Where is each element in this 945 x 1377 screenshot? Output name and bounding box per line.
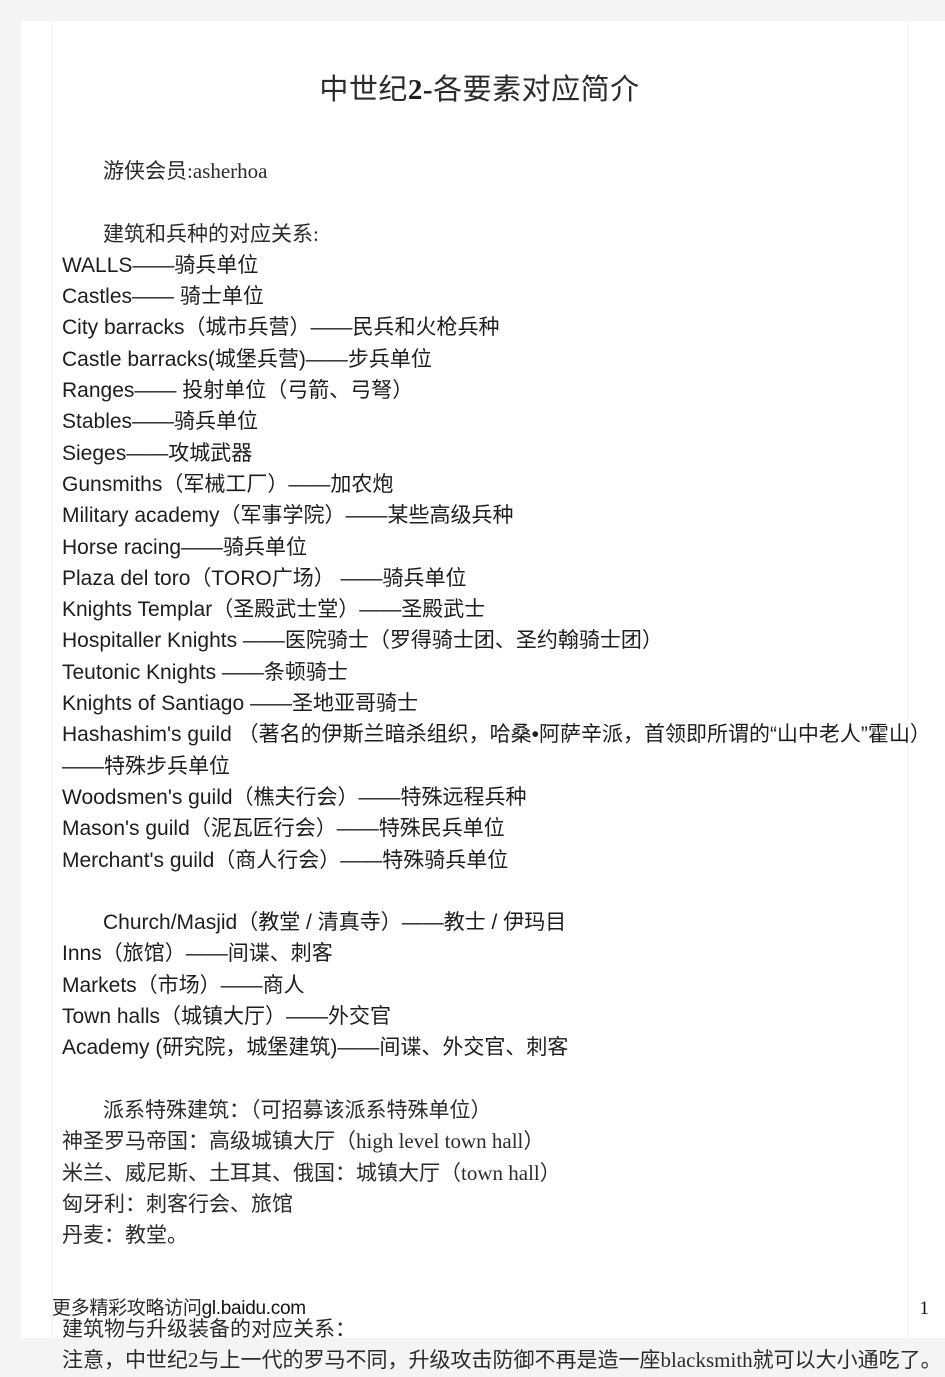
line-text: 丹麦：教堂。 xyxy=(62,1223,188,1248)
list-item: Hospitaller Knights ——医院骑士（罗得骑士团、圣约翰骑士团） xyxy=(62,625,945,656)
line-text: Gunsmiths（军械工厂）——加农炮 xyxy=(62,472,394,496)
list-item: 神圣罗马帝国：高级城镇大厅（high level town hall） xyxy=(62,1126,945,1157)
line-text: Hospitaller Knights ——医院骑士（罗得骑士团、圣约翰骑士团） xyxy=(62,629,663,653)
list-item: Hashashim's guild （著名的伊斯兰暗杀组织，哈桑•阿萨辛派，首领… xyxy=(62,719,945,782)
heading-upgrades-text: 建筑物与升级装备的对应关系： xyxy=(62,1316,356,1341)
list-item: 米兰、威尼斯、土耳其、俄国：城镇大厅（town hall） xyxy=(62,1158,945,1189)
list-item: Inns（旅馆）——间谍、刺客 xyxy=(62,938,945,969)
heading-buildings-units-text: 建筑和兵种的对应关系: xyxy=(103,221,319,246)
page-content: 中世纪2-各要素对应简介 游侠会员:asherhoa 建筑和兵种的对应关系: W… xyxy=(21,21,945,1372)
list-item: Military academy（军事学院）——某些高级兵种 xyxy=(62,500,945,531)
line-text: Castle barracks(城堡兵营)——步兵单位 xyxy=(62,347,432,371)
line-text: 匈牙利：刺客行会、旅馆 xyxy=(62,1191,293,1216)
line-text: City barracks（城市兵营）——民兵和火枪兵种 xyxy=(62,316,500,340)
document-page: 中世纪2-各要素对应简介 游侠会员:asherhoa 建筑和兵种的对应关系: W… xyxy=(21,21,945,1372)
list-item: Sieges——攻城武器 xyxy=(62,438,945,469)
page-number: 1 xyxy=(919,1298,930,1319)
line-text: Merchant's guild（商人行会）——特殊骑兵单位 xyxy=(62,848,509,872)
list-item: Horse racing——骑兵单位 xyxy=(62,532,945,563)
list-item: 丹麦：教堂。 xyxy=(62,1220,945,1251)
line-text: Knights Templar（圣殿武士堂）——圣殿武士 xyxy=(62,598,486,622)
footer-note: 更多精彩攻略访问gl.baidu.com xyxy=(52,1293,306,1320)
list-item: Woodsmen's guild（樵夫行会）——特殊远程兵种 xyxy=(62,782,945,813)
list-item: Teutonic Knights ——条顿骑士 xyxy=(62,657,945,688)
footer-note-label: 更多精彩攻略访问 xyxy=(52,1298,202,1319)
list-item: Knights Templar（圣殿武士堂）——圣殿武士 xyxy=(62,594,945,625)
list-item: Castles—— 骑士单位 xyxy=(62,281,945,312)
line-text: Mason's guild（泥瓦匠行会）——特殊民兵单位 xyxy=(62,817,505,841)
line-text: Knights of Santiago ——圣地亚哥骑士 xyxy=(62,692,418,716)
line-text: Castles—— 骑士单位 xyxy=(62,285,264,309)
footer-note-url[interactable]: gl.baidu.com xyxy=(202,1298,306,1319)
line-text: Plaza del toro（TORO广场） ——骑兵单位 xyxy=(62,566,467,590)
line-text: WALLS——骑兵单位 xyxy=(62,253,259,277)
list-item: Markets（市场）——商人 xyxy=(62,970,945,1001)
list-item: Ranges—— 投射单位（弓箭、弓弩） xyxy=(62,375,945,406)
line-text: Ranges—— 投射单位（弓箭、弓弩） xyxy=(62,379,414,403)
page-title-bold-segment: 2- xyxy=(407,74,434,106)
list-item: Town halls（城镇大厅）——外交官 xyxy=(62,1001,945,1032)
list-item: Church/Masjid（教堂 / 清真寺）——教士 / 伊玛目 xyxy=(62,907,945,938)
list-item: Castle barracks(城堡兵营)——步兵单位 xyxy=(62,344,945,375)
list-item: Gunsmiths（军械工厂）——加农炮 xyxy=(62,469,945,500)
line-text: Stables——骑兵单位 xyxy=(62,410,259,434)
line-text: Hashashim's guild （著名的伊斯兰暗杀组织，哈桑•阿萨辛派，首领… xyxy=(62,723,931,778)
line-text: Horse racing——骑兵单位 xyxy=(62,535,308,559)
list-item: Knights of Santiago ——圣地亚哥骑士 xyxy=(62,688,945,719)
line-text: Markets（市场）——商人 xyxy=(62,973,305,997)
page-title-suffix: 各要素对应简介 xyxy=(433,74,640,106)
upgrades-note: 注意，中世纪2与上一代的罗马不同，升级攻击防御不再是造一座blacksmith就… xyxy=(62,1345,945,1376)
list-item: Stables——骑兵单位 xyxy=(62,406,945,437)
member-line: 游侠会员:asherhoa xyxy=(62,156,945,187)
line-text: Inns（旅馆）——间谍、刺客 xyxy=(62,942,333,966)
line-text: Sieges——攻城武器 xyxy=(62,441,253,465)
line-text: Church/Masjid（教堂 / 清真寺）——教士 / 伊玛目 xyxy=(103,911,567,935)
list-item: WALLS——骑兵单位 xyxy=(62,250,945,281)
line-text: Teutonic Knights ——条顿骑士 xyxy=(62,660,348,684)
list-item: Plaza del toro（TORO广场） ——骑兵单位 xyxy=(62,563,945,594)
heading-buildings-units: 建筑和兵种的对应关系: xyxy=(62,219,945,250)
page-title: 中世纪2-各要素对应简介 xyxy=(52,71,907,109)
list-item: Merchant's guild（商人行会）——特殊骑兵单位 xyxy=(62,845,945,876)
page-footer: 更多精彩攻略访问gl.baidu.com 1 xyxy=(52,1293,929,1320)
page-title-prefix: 中世纪 xyxy=(319,74,408,106)
member-label: 游侠会员:asherhoa xyxy=(103,159,268,183)
line-text: Woodsmen's guild（樵夫行会）——特殊远程兵种 xyxy=(62,785,527,809)
list-item: Academy (研究院，城堡建筑)——间谍、外交官、刺客 xyxy=(62,1032,945,1063)
list-item: 匈牙利：刺客行会、旅馆 xyxy=(62,1189,945,1220)
line-text: Town halls（城镇大厅）——外交官 xyxy=(62,1005,392,1029)
list-item: Mason's guild（泥瓦匠行会）——特殊民兵单位 xyxy=(62,813,945,844)
upgrades-note-text: 注意，中世纪2与上一代的罗马不同，升级攻击防御不再是造一座blacksmith就… xyxy=(62,1348,942,1373)
heading-faction-buildings-text: 派系特殊建筑：（可招募该派系特殊单位） xyxy=(103,1097,492,1122)
list-item: City barracks（城市兵营）——民兵和火枪兵种 xyxy=(62,312,945,343)
line-text: Military academy（军事学院）——某些高级兵种 xyxy=(62,504,514,528)
line-text: Academy (研究院，城堡建筑)——间谍、外交官、刺客 xyxy=(62,1036,569,1060)
line-text: 神圣罗马帝国：高级城镇大厅（high level town hall） xyxy=(62,1129,545,1154)
document-body: 游侠会员:asherhoa 建筑和兵种的对应关系: WALLS——骑兵单位 Ca… xyxy=(62,156,945,1377)
line-text: 米兰、威尼斯、土耳其、俄国：城镇大厅（town hall） xyxy=(62,1160,561,1185)
heading-faction-buildings: 派系特殊建筑：（可招募该派系特殊单位） xyxy=(62,1095,945,1126)
